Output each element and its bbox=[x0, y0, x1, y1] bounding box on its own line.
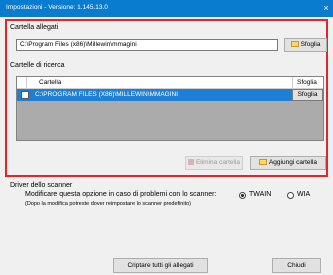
wia-label[interactable]: WIA bbox=[297, 191, 310, 198]
twain-label[interactable]: TWAIN bbox=[249, 191, 271, 198]
remove-folder-label: Elimina cartella bbox=[195, 159, 241, 166]
encrypt-all-button[interactable]: Criptare tutti gli allegati bbox=[113, 258, 208, 273]
row-checkbox[interactable] bbox=[21, 91, 29, 99]
folder-add-icon bbox=[258, 159, 267, 166]
column-header-browse[interactable]: Sfoglia bbox=[292, 77, 323, 89]
browse-button-label: Sfoglia bbox=[300, 41, 321, 48]
table-header-check bbox=[17, 77, 26, 89]
attachments-folder-label: Cartella allegati bbox=[10, 24, 59, 31]
wia-radio[interactable] bbox=[287, 192, 294, 199]
folder-icon bbox=[290, 41, 299, 48]
add-folder-label: Aggiungi cartella bbox=[268, 159, 318, 166]
attachments-path-input[interactable]: C:\Program Files (x86)\Millewin\mmagini bbox=[16, 39, 278, 51]
scanner-description: Modificare questa opzione in caso di pro… bbox=[25, 191, 217, 198]
close-icon[interactable]: × bbox=[321, 2, 331, 14]
close-button[interactable]: Chiudi bbox=[272, 258, 321, 273]
remove-folder-button[interactable]: Elimina cartella bbox=[185, 156, 243, 170]
row-folder-path: C:\PROGRAM FILES (X86)\MILLEWIN\MMAGINI bbox=[35, 91, 179, 98]
add-folder-button[interactable]: Aggiungi cartella bbox=[250, 156, 326, 170]
window-title: Impostazioni - Versione: 1.145.13.0 bbox=[6, 4, 108, 11]
scanner-note: (Dopo la modifica potreste dover reimpos… bbox=[25, 201, 191, 207]
column-header-folder[interactable]: Cartella bbox=[26, 77, 292, 89]
delete-icon bbox=[187, 159, 194, 166]
scanner-driver-label: Driver dello scanner bbox=[10, 182, 73, 189]
twain-radio[interactable] bbox=[239, 192, 246, 199]
row-browse-button[interactable]: Sfoglia bbox=[292, 89, 323, 101]
browse-button[interactable]: Sfoglia bbox=[284, 38, 327, 52]
search-folders-label: Cartelle di ricerca bbox=[10, 62, 65, 69]
